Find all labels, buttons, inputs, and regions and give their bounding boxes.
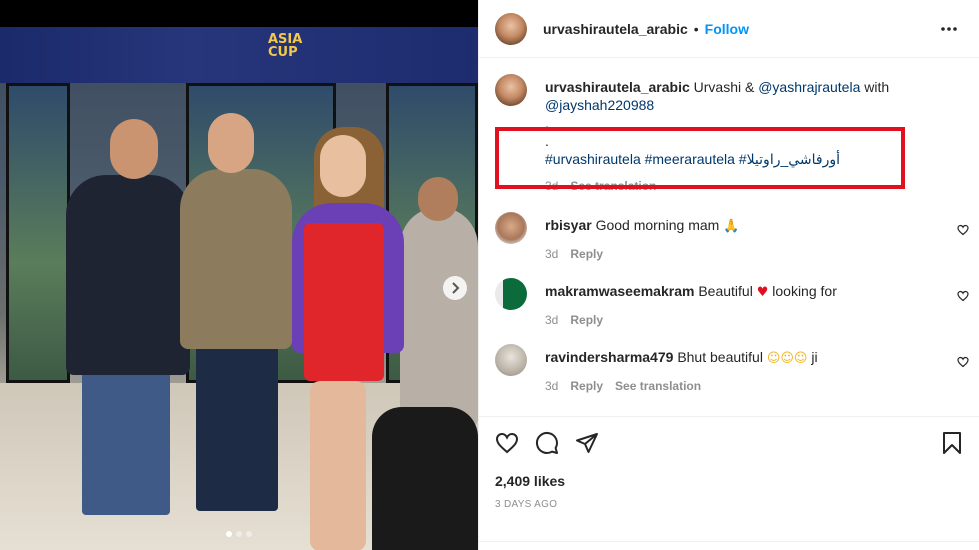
comment-bubble-icon[interactable] [535, 431, 559, 455]
caption-text: Urvashi & [693, 79, 759, 95]
avatar[interactable] [495, 212, 527, 244]
comment-age: 3d [545, 313, 559, 327]
comment-age: 3d [545, 379, 559, 393]
carousel-dot [236, 531, 242, 537]
smiling-face-with-hearts-emoji-icon: ☺☺☺ [766, 351, 808, 366]
avatar[interactable] [495, 74, 527, 106]
carousel-dot [246, 531, 252, 537]
person-left-head [110, 119, 158, 179]
list-item: ravindersharma479 Bhut beautiful ☺☺☺ ji … [495, 344, 969, 404]
follow-button[interactable]: Follow [705, 21, 749, 37]
pray-emoji-icon: 🙏 [723, 219, 740, 234]
comment-username[interactable]: rbisyar [545, 217, 592, 233]
avatar[interactable] [495, 278, 527, 310]
person-middle-body [180, 169, 292, 349]
reply-button[interactable]: Reply [570, 247, 603, 261]
comment-text: Beautiful [698, 283, 753, 299]
red-heart-emoji-icon: ♥ [756, 285, 769, 300]
mention-link[interactable]: @yashrajrautela [758, 79, 860, 95]
person-background-head [418, 177, 458, 221]
share-paper-plane-icon[interactable] [575, 431, 599, 455]
comment-username[interactable]: makramwaseemakram [545, 283, 694, 299]
reply-button[interactable]: Reply [570, 313, 603, 327]
highlight-box [495, 127, 905, 189]
action-bar: 2,409 likes 3 DAYS AGO [479, 416, 979, 550]
asia-cup-banner: ASIA CUP [0, 27, 478, 83]
person-right-dress [304, 223, 384, 381]
comment-meta: 3d Reply See translation [545, 377, 925, 395]
mention-link[interactable]: @jayshah220988 [545, 97, 654, 113]
save-bookmark-icon[interactable] [941, 431, 963, 455]
post-photo[interactable]: ASIA CUP [0, 0, 478, 550]
person-right-head [320, 135, 366, 197]
person-foreground [372, 407, 478, 550]
comment-meta: 3d Reply [545, 311, 925, 329]
post-panel: urvashirautela_arabic • Follow urvashira… [478, 0, 979, 550]
banner-logo-text: ASIA CUP [268, 32, 303, 60]
carousel-indicator [226, 531, 252, 537]
comment-text: ji [811, 349, 818, 365]
stadium-window [6, 83, 70, 383]
list-item: makramwaseemakram Beautiful ♥ looking fo… [495, 278, 969, 338]
person-background-body [400, 207, 478, 427]
like-comment-heart-icon[interactable] [957, 290, 969, 302]
list-item: rbisyar Good morning mam 🙏 3d Reply [495, 212, 969, 272]
caption-username[interactable]: urvashirautela_arabic [545, 79, 690, 95]
like-comment-heart-icon[interactable] [957, 356, 969, 368]
carousel-dot [226, 531, 232, 537]
person-left-body [66, 175, 190, 375]
post-header: urvashirautela_arabic • Follow [479, 0, 979, 58]
likes-count[interactable]: 2,409 likes [495, 473, 565, 489]
add-comment-bar[interactable] [479, 541, 979, 550]
next-photo-button[interactable] [443, 276, 467, 300]
comment-age: 3d [545, 247, 559, 261]
post-timestamp: 3 DAYS AGO [495, 499, 558, 510]
comments-list[interactable]: urvashirautela_arabic Urvashi & @yashraj… [479, 58, 979, 416]
see-translation-button[interactable]: See translation [615, 379, 701, 393]
avatar[interactable] [495, 344, 527, 376]
comment-text: Good morning mam [595, 217, 720, 233]
comment-meta: 3d Reply [545, 245, 925, 263]
comment-text: looking for [772, 283, 837, 299]
person-right-legs [310, 381, 366, 550]
caption-text: with [860, 79, 890, 95]
comment-username[interactable]: ravindersharma479 [545, 349, 673, 365]
avatar[interactable] [495, 12, 527, 45]
photo-scene: ASIA CUP [0, 27, 478, 550]
person-middle-head [208, 113, 254, 173]
person-middle-legs [196, 333, 278, 511]
like-comment-heart-icon[interactable] [957, 224, 969, 236]
post-username[interactable]: urvashirautela_arabic [543, 21, 688, 37]
comment-text: Bhut beautiful [677, 349, 763, 365]
reply-button[interactable]: Reply [570, 379, 603, 393]
chevron-right-icon [452, 282, 460, 294]
like-heart-icon[interactable] [495, 431, 519, 455]
more-options-icon[interactable] [940, 20, 958, 38]
separator-dot: • [693, 20, 699, 37]
